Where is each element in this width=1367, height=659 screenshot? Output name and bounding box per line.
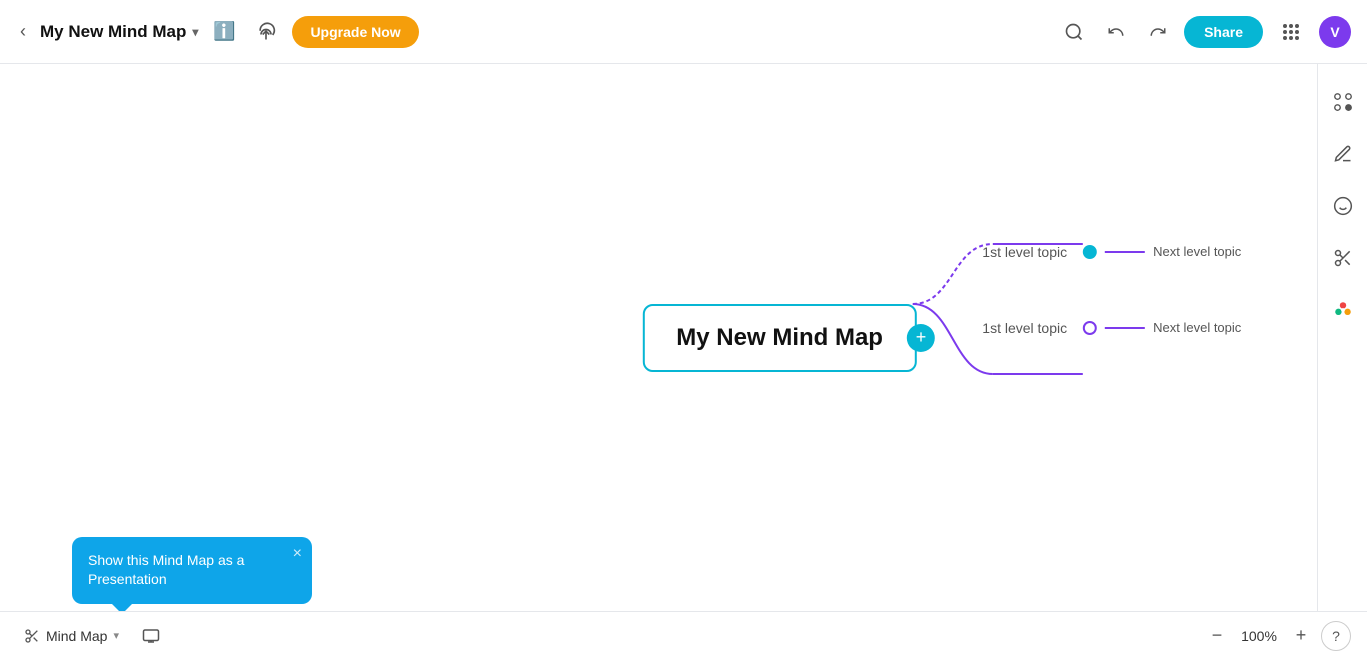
- help-button[interactable]: ?: [1321, 621, 1351, 651]
- mindmap-inner: My New Mind Map + 1st level topic Next l…: [642, 304, 917, 372]
- layouts-button[interactable]: [1325, 84, 1361, 120]
- draw-button[interactable]: [1325, 136, 1361, 172]
- bottom-toolbar: Mind Map ▾ − 100% + ?: [0, 611, 1367, 659]
- topics-container: 1st level topic Next level topic 1st lev…: [982, 244, 1241, 336]
- layouts-icon: [1332, 91, 1354, 113]
- topic-row-1: 1st level topic Next level topic: [982, 244, 1241, 260]
- presentation-icon: [142, 628, 160, 644]
- topic-node-1: Next level topic: [1083, 244, 1241, 259]
- user-avatar[interactable]: V: [1319, 16, 1351, 48]
- topic-line-2: [1105, 327, 1145, 329]
- topic-line-1: [1105, 251, 1145, 253]
- central-box: My New Mind Map: [642, 304, 917, 372]
- back-button[interactable]: ‹: [16, 17, 30, 46]
- title-chevron: ▾: [192, 25, 198, 39]
- tooltip-popup: Show this Mind Map as a Presentation ×: [72, 537, 312, 604]
- next-topic-label-2: Next level topic: [1153, 320, 1241, 335]
- add-topic-button[interactable]: +: [907, 324, 935, 352]
- title-text: My New Mind Map: [40, 22, 186, 42]
- emoji-button[interactable]: [1325, 188, 1361, 224]
- back-icon: ‹: [20, 21, 26, 42]
- presentation-button[interactable]: [135, 620, 167, 652]
- zoom-out-button[interactable]: −: [1203, 622, 1231, 650]
- undo-button[interactable]: [1100, 16, 1132, 48]
- mindmap-area: My New Mind Map + 1st level topic Next l…: [642, 304, 917, 372]
- tooltip-text: Show this Mind Map as a Presentation: [88, 552, 244, 588]
- flower-button[interactable]: [1325, 292, 1361, 328]
- apps-grid-button[interactable]: [1273, 14, 1309, 50]
- search-icon: [1064, 22, 1084, 42]
- zoom-level: 100%: [1239, 628, 1279, 644]
- emoji-icon: [1333, 196, 1353, 216]
- topic-row-2: 1st level topic Next level topic: [982, 320, 1241, 336]
- topic-label-2: 1st level topic: [982, 320, 1067, 336]
- tooltip-close-button[interactable]: ×: [293, 545, 302, 563]
- mind-map-chevron: ▾: [113, 629, 119, 642]
- zoom-in-button[interactable]: +: [1287, 622, 1315, 650]
- central-node[interactable]: My New Mind Map +: [642, 304, 917, 372]
- next-topic-label-1: Next level topic: [1153, 244, 1241, 259]
- help-icon: ?: [1332, 628, 1340, 644]
- topic-circle-1: [1083, 245, 1097, 259]
- scissors-icon: [1333, 248, 1353, 268]
- topic-label-1: 1st level topic: [982, 244, 1067, 260]
- header-right: Share V: [1058, 14, 1351, 50]
- redo-icon: [1149, 23, 1167, 41]
- info-icon: ℹ️: [213, 21, 235, 42]
- share-button[interactable]: Share: [1184, 16, 1263, 48]
- cloud-upload-button[interactable]: [250, 16, 282, 48]
- topic-node-2: Next level topic: [1083, 320, 1241, 335]
- document-title[interactable]: My New Mind Map ▾: [40, 22, 198, 42]
- grid-dots-icon: [1281, 22, 1301, 42]
- draw-icon: [1333, 144, 1353, 164]
- topic-circle-2: [1083, 321, 1097, 335]
- bottom-left: Mind Map ▾: [16, 620, 167, 652]
- header: ‹ My New Mind Map ▾ ℹ️ Upgrade Now: [0, 0, 1367, 64]
- flower-icon: [1332, 299, 1354, 321]
- central-title: My New Mind Map: [676, 324, 883, 351]
- header-left: ‹ My New Mind Map ▾ ℹ️ Upgrade Now: [16, 16, 419, 48]
- mind-map-mode-button[interactable]: Mind Map ▾: [16, 624, 127, 648]
- upgrade-button[interactable]: Upgrade Now: [292, 16, 418, 48]
- redo-button[interactable]: [1142, 16, 1174, 48]
- canvas-area[interactable]: My New Mind Map + 1st level topic Next l…: [0, 64, 1367, 611]
- cloud-upload-icon: [256, 22, 276, 42]
- search-button[interactable]: [1058, 16, 1090, 48]
- scissors-small-icon: [24, 628, 40, 644]
- undo-icon: [1107, 23, 1125, 41]
- mind-map-label: Mind Map: [46, 628, 107, 644]
- right-sidebar: [1317, 64, 1367, 611]
- info-button[interactable]: ℹ️: [208, 16, 240, 48]
- scissors-button[interactable]: [1325, 240, 1361, 276]
